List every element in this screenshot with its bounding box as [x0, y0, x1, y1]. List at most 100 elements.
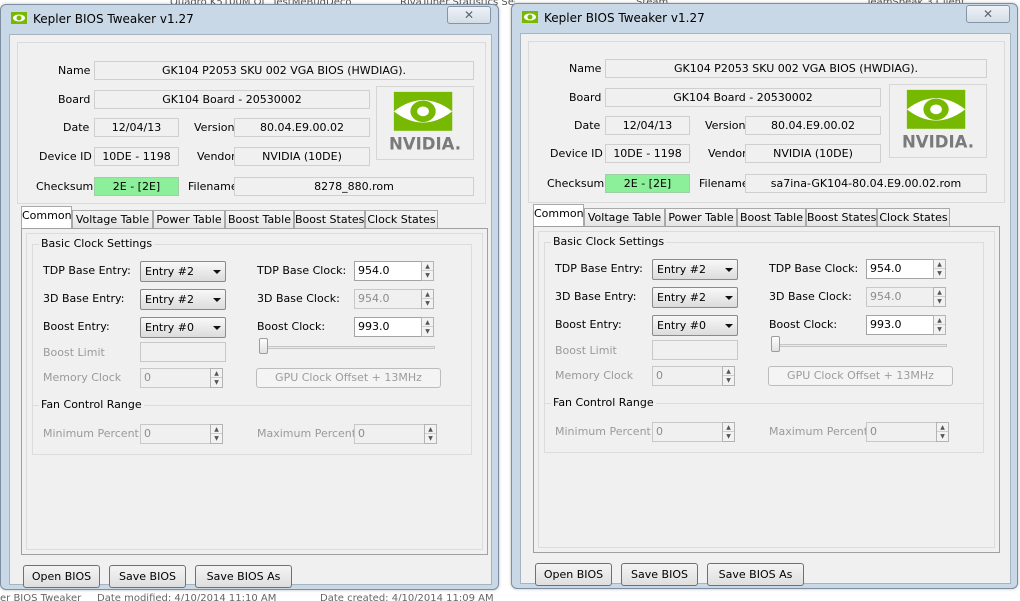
boost-clock-input[interactable]: 993.0	[866, 315, 943, 335]
memory-clock-label: Memory Clock	[43, 371, 122, 384]
arrow-down-icon[interactable]: ▼	[422, 271, 433, 280]
boost-clock-spinner[interactable]: ▲ ▼	[421, 317, 434, 337]
arrow-down-icon[interactable]: ▼	[211, 434, 222, 443]
tdp-base-entry-select[interactable]: Entry #2	[140, 261, 226, 282]
tab-common[interactable]: Common	[21, 206, 72, 228]
svg-text:NVIDIA.: NVIDIA.	[389, 134, 461, 153]
memory-clock-spinner[interactable]: ▲ ▼	[722, 366, 735, 386]
arrow-up-icon[interactable]: ▲	[934, 316, 945, 325]
name-label: Name	[58, 64, 91, 77]
open-bios-button[interactable]: Open BIOS	[23, 565, 100, 588]
tab-boost-states[interactable]: Boost States	[806, 208, 877, 227]
date-field: 12/04/13	[605, 116, 690, 135]
gpu-clock-offset-button[interactable]: GPU Clock Offset + 13MHz	[256, 368, 441, 388]
arrow-up-icon[interactable]: ▲	[934, 288, 945, 297]
filename-field: 8278_880.rom	[234, 177, 474, 196]
arrow-down-icon[interactable]: ▼	[425, 434, 436, 443]
3d-base-clock-spinner[interactable]: ▲ ▼	[421, 289, 434, 309]
maximum-percent-label: Maximum Percent:	[257, 427, 360, 440]
version-label: Version	[705, 119, 746, 132]
memory-clock-field[interactable]: 0	[140, 368, 217, 388]
boost-limit-field[interactable]	[652, 340, 738, 360]
tab-common[interactable]: Common	[533, 204, 584, 226]
maximum-percent-field[interactable]: 0	[354, 424, 431, 444]
tab-clock-states[interactable]: Clock States	[877, 208, 950, 227]
title-bar[interactable]: Kepler BIOS Tweaker v1.27 ✕	[1, 5, 498, 33]
minimum-percent-field[interactable]: 0	[652, 422, 729, 442]
tdp-base-clock-spinner[interactable]: ▲ ▼	[421, 261, 434, 281]
minimum-percent-spinner[interactable]: ▲ ▼	[210, 424, 223, 444]
memory-clock-field[interactable]: 0	[652, 366, 729, 386]
arrow-up-icon[interactable]: ▲	[422, 262, 433, 271]
explorer-status-modified: Date modified: 4/10/2014 11:10 AM	[97, 593, 277, 601]
tab-clock-states[interactable]: Clock States	[365, 210, 438, 229]
clock-offset-slider-thumb[interactable]	[259, 338, 268, 354]
arrow-up-icon[interactable]: ▲	[211, 369, 222, 378]
boost-entry-label: Boost Entry:	[43, 320, 110, 333]
boost-limit-field[interactable]	[140, 342, 226, 362]
boost-entry-select[interactable]: Entry #0	[652, 315, 738, 336]
3d-base-entry-select[interactable]: Entry #2	[652, 287, 738, 308]
memory-clock-spinner[interactable]: ▲ ▼	[210, 368, 223, 388]
arrow-down-icon[interactable]: ▼	[422, 327, 433, 336]
clock-offset-slider[interactable]	[260, 346, 435, 349]
save-bios-button[interactable]: Save BIOS	[109, 565, 186, 588]
maximum-percent-spinner[interactable]: ▲ ▼	[424, 424, 437, 444]
date-label: Date	[574, 119, 601, 132]
tab-voltage-table[interactable]: Voltage Table	[72, 210, 153, 229]
arrow-up-icon[interactable]: ▲	[937, 423, 948, 432]
arrow-down-icon[interactable]: ▼	[934, 297, 945, 306]
fan-control-title: Fan Control Range	[551, 396, 656, 409]
clock-offset-slider[interactable]	[772, 344, 947, 347]
chevron-down-icon	[725, 324, 733, 328]
3d-base-clock-input[interactable]: 954.0	[354, 289, 431, 309]
tdp-base-clock-input[interactable]: 954.0	[866, 259, 943, 279]
boost-clock-input[interactable]: 993.0	[354, 317, 431, 337]
tab-power-table[interactable]: Power Table	[665, 208, 737, 227]
3d-base-clock-spinner[interactable]: ▲ ▼	[933, 287, 946, 307]
tdp-base-clock-input[interactable]: 954.0	[354, 261, 431, 281]
arrow-down-icon[interactable]: ▼	[211, 378, 222, 387]
arrow-up-icon[interactable]: ▲	[934, 260, 945, 269]
arrow-up-icon[interactable]: ▲	[211, 425, 222, 434]
nvidia-eye-icon	[11, 12, 27, 24]
arrow-up-icon[interactable]: ▲	[422, 318, 433, 327]
title-bar[interactable]: Kepler BIOS Tweaker v1.27 ✕	[512, 4, 1017, 32]
clock-offset-slider-thumb[interactable]	[771, 336, 780, 352]
arrow-down-icon[interactable]: ▼	[723, 432, 734, 441]
arrow-down-icon[interactable]: ▼	[723, 376, 734, 385]
tab-power-table[interactable]: Power Table	[153, 210, 225, 229]
arrow-down-icon[interactable]: ▼	[937, 432, 948, 441]
arrow-down-icon[interactable]: ▼	[934, 269, 945, 278]
arrow-up-icon[interactable]: ▲	[422, 290, 433, 299]
close-button[interactable]: ✕	[447, 6, 491, 24]
common-tab-inner: Basic Clock Settings TDP Base Entry: Ent…	[26, 233, 483, 550]
arrow-up-icon[interactable]: ▲	[723, 423, 734, 432]
tab-boost-table[interactable]: Boost Table	[225, 210, 294, 229]
tdp-base-entry-select[interactable]: Entry #2	[652, 259, 738, 280]
maximum-percent-field[interactable]: 0	[866, 422, 943, 442]
minimum-percent-spinner[interactable]: ▲ ▼	[722, 422, 735, 442]
tab-boost-table[interactable]: Boost Table	[737, 208, 806, 227]
tab-voltage-table[interactable]: Voltage Table	[584, 208, 665, 227]
minimum-percent-field[interactable]: 0	[140, 424, 217, 444]
close-button[interactable]: ✕	[966, 5, 1010, 23]
chevron-down-icon	[213, 326, 221, 330]
arrow-up-icon[interactable]: ▲	[425, 425, 436, 434]
save-bios-as-button[interactable]: Save BIOS As	[707, 563, 804, 586]
save-bios-as-button[interactable]: Save BIOS As	[195, 565, 292, 588]
open-bios-button[interactable]: Open BIOS	[535, 563, 612, 586]
boost-clock-spinner[interactable]: ▲ ▼	[933, 315, 946, 335]
tdp-base-clock-spinner[interactable]: ▲ ▼	[933, 259, 946, 279]
arrow-down-icon[interactable]: ▼	[934, 325, 945, 334]
arrow-down-icon[interactable]: ▼	[422, 299, 433, 308]
gpu-clock-offset-button[interactable]: GPU Clock Offset + 13MHz	[768, 366, 953, 386]
3d-base-entry-select[interactable]: Entry #2	[140, 289, 226, 310]
save-bios-button[interactable]: Save BIOS	[621, 563, 698, 586]
3d-base-clock-input[interactable]: 954.0	[866, 287, 943, 307]
boost-entry-value: Entry #0	[657, 319, 706, 332]
arrow-up-icon[interactable]: ▲	[723, 367, 734, 376]
boost-entry-select[interactable]: Entry #0	[140, 317, 226, 338]
maximum-percent-spinner[interactable]: ▲ ▼	[936, 422, 949, 442]
tab-boost-states[interactable]: Boost States	[294, 210, 365, 229]
